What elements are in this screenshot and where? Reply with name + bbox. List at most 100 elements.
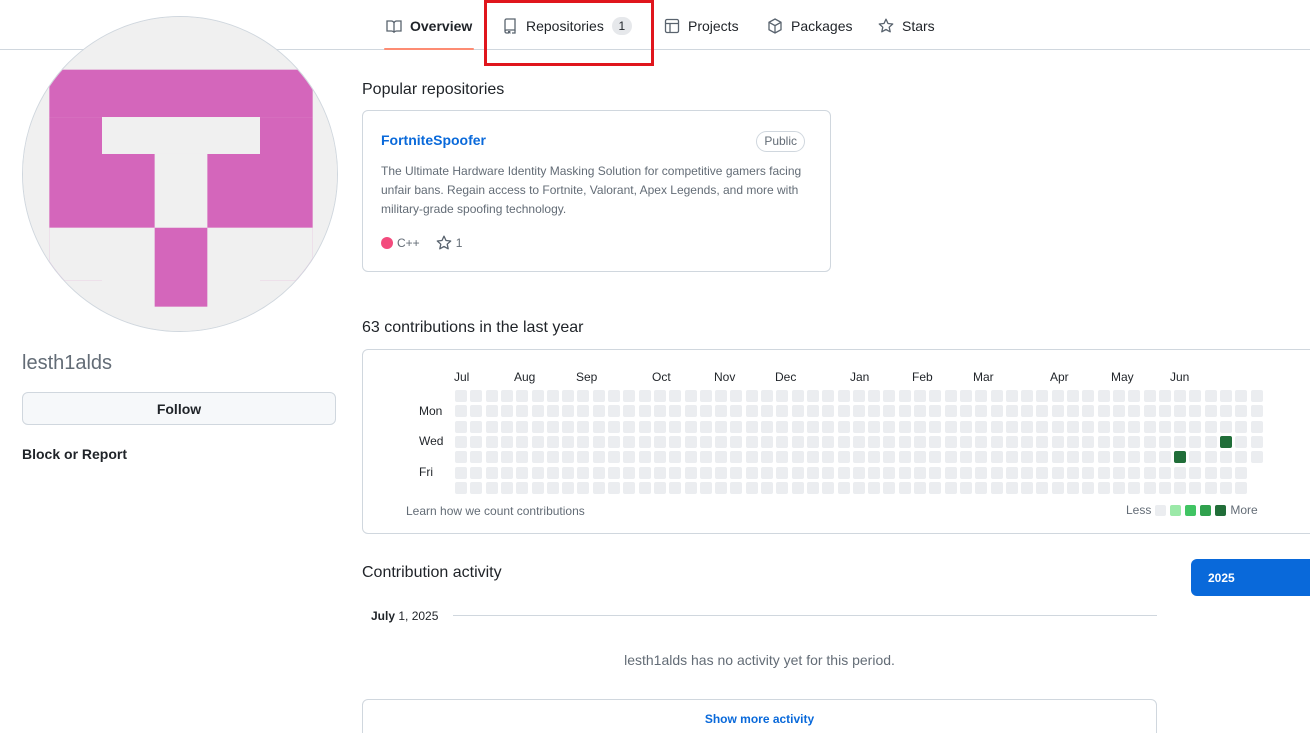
contribution-cell[interactable] bbox=[715, 405, 728, 418]
contribution-cell[interactable] bbox=[485, 420, 498, 433]
contribution-cell[interactable] bbox=[1174, 466, 1187, 479]
contribution-cell[interactable] bbox=[1204, 481, 1217, 494]
contribution-cell[interactable] bbox=[608, 466, 620, 479]
contribution-cell[interactable] bbox=[1021, 466, 1034, 479]
contribution-cell[interactable] bbox=[1097, 466, 1110, 479]
contribution-cell[interactable] bbox=[822, 405, 835, 418]
contribution-cell[interactable] bbox=[638, 481, 651, 494]
contribution-cell[interactable] bbox=[470, 435, 483, 448]
contribution-cell[interactable] bbox=[914, 420, 926, 433]
contribution-cell[interactable] bbox=[791, 405, 804, 418]
contribution-cell[interactable] bbox=[1189, 466, 1202, 479]
contribution-cell[interactable] bbox=[531, 390, 544, 402]
contribution-cell[interactable] bbox=[1143, 405, 1156, 418]
contribution-cell[interactable] bbox=[470, 466, 483, 479]
contribution-cell[interactable] bbox=[791, 481, 804, 494]
contribution-cell[interactable] bbox=[1220, 390, 1232, 402]
contribution-cell[interactable] bbox=[806, 466, 819, 479]
contribution-cell[interactable] bbox=[883, 466, 896, 479]
contribution-cell[interactable] bbox=[1082, 466, 1095, 479]
contribution-cell[interactable] bbox=[1174, 420, 1187, 433]
contribution-cell[interactable] bbox=[1112, 420, 1125, 433]
contribution-cell[interactable] bbox=[898, 420, 911, 433]
contribution-cell[interactable] bbox=[684, 405, 697, 418]
avatar[interactable] bbox=[22, 16, 338, 332]
contribution-cell[interactable] bbox=[776, 420, 789, 433]
contribution-cell[interactable] bbox=[1021, 390, 1034, 402]
contribution-cell[interactable] bbox=[592, 466, 605, 479]
contribution-cell[interactable] bbox=[531, 451, 544, 464]
contribution-cell[interactable] bbox=[562, 435, 575, 448]
contribution-cell[interactable] bbox=[1021, 405, 1034, 418]
contribution-cell[interactable] bbox=[592, 390, 605, 402]
contribution-cell[interactable] bbox=[516, 451, 529, 464]
contribution-cell[interactable] bbox=[1051, 481, 1064, 494]
contribution-cell[interactable] bbox=[1067, 481, 1079, 494]
contribution-cell[interactable] bbox=[822, 481, 835, 494]
contribution-cell[interactable] bbox=[975, 390, 988, 402]
contribution-cell[interactable] bbox=[1158, 466, 1171, 479]
contribution-cell[interactable] bbox=[608, 390, 620, 402]
contribution-cell[interactable] bbox=[562, 466, 575, 479]
contribution-cell[interactable] bbox=[516, 420, 529, 433]
contribution-cell[interactable] bbox=[516, 466, 529, 479]
contribution-cell[interactable] bbox=[1235, 466, 1248, 479]
contribution-cell[interactable] bbox=[883, 435, 896, 448]
contribution-cell[interactable] bbox=[1189, 481, 1202, 494]
contribution-cell[interactable] bbox=[898, 451, 911, 464]
contribution-cell[interactable] bbox=[944, 390, 957, 402]
repo-name-link[interactable]: FortniteSpoofer bbox=[381, 132, 486, 148]
contribution-cell[interactable] bbox=[791, 435, 804, 448]
contribution-cell[interactable] bbox=[1097, 420, 1110, 433]
contribution-cell[interactable] bbox=[1128, 481, 1141, 494]
contribution-cell[interactable] bbox=[699, 420, 712, 433]
contribution-cell[interactable] bbox=[959, 420, 972, 433]
contribution-cell[interactable] bbox=[1143, 420, 1156, 433]
contribution-cell[interactable] bbox=[929, 390, 942, 402]
contribution-cell[interactable] bbox=[898, 435, 911, 448]
contribution-cell[interactable] bbox=[715, 420, 728, 433]
contribution-cell[interactable] bbox=[791, 390, 804, 402]
contribution-cell[interactable] bbox=[1220, 481, 1232, 494]
contribution-cell[interactable] bbox=[883, 451, 896, 464]
contribution-cell[interactable] bbox=[1082, 481, 1095, 494]
contribution-cell[interactable] bbox=[929, 466, 942, 479]
contribution-cell[interactable] bbox=[699, 481, 712, 494]
contribution-cell[interactable] bbox=[1143, 451, 1156, 464]
contribution-cell[interactable] bbox=[914, 466, 926, 479]
contribution-cell[interactable] bbox=[776, 481, 789, 494]
contribution-cell[interactable] bbox=[485, 481, 498, 494]
contribution-cell[interactable] bbox=[1204, 405, 1217, 418]
contribution-cell[interactable] bbox=[868, 420, 881, 433]
contribution-cell[interactable] bbox=[1067, 420, 1079, 433]
contribution-cell[interactable] bbox=[959, 466, 972, 479]
contribution-cell[interactable] bbox=[944, 466, 957, 479]
contribution-cell[interactable] bbox=[822, 466, 835, 479]
contribution-cell[interactable] bbox=[638, 435, 651, 448]
contribution-cell[interactable] bbox=[837, 405, 850, 418]
contribution-cell[interactable] bbox=[1036, 390, 1049, 402]
contribution-cell[interactable] bbox=[623, 405, 636, 418]
contribution-cell[interactable] bbox=[1158, 390, 1171, 402]
contribution-cell[interactable] bbox=[638, 420, 651, 433]
contribution-cell[interactable] bbox=[944, 435, 957, 448]
contribution-cell[interactable] bbox=[730, 420, 743, 433]
contribution-cell[interactable] bbox=[745, 451, 758, 464]
contribution-cell[interactable] bbox=[623, 420, 636, 433]
contribution-cell[interactable] bbox=[1128, 451, 1141, 464]
contribution-cell[interactable] bbox=[1005, 435, 1018, 448]
contribution-cell[interactable] bbox=[1005, 420, 1018, 433]
contribution-cell[interactable] bbox=[1067, 466, 1079, 479]
contribution-cell[interactable] bbox=[1158, 451, 1171, 464]
contribution-cell[interactable] bbox=[975, 435, 988, 448]
contribution-cell[interactable] bbox=[485, 466, 498, 479]
contribution-cell[interactable] bbox=[1189, 405, 1202, 418]
contribution-cell[interactable] bbox=[470, 420, 483, 433]
contribution-cell[interactable] bbox=[990, 420, 1003, 433]
contribution-cell[interactable] bbox=[638, 390, 651, 402]
contribution-cell[interactable] bbox=[470, 405, 483, 418]
contribution-cell[interactable] bbox=[715, 451, 728, 464]
contribution-cell[interactable] bbox=[990, 466, 1003, 479]
contribution-cell[interactable] bbox=[546, 466, 559, 479]
contribution-cell[interactable] bbox=[1005, 466, 1018, 479]
